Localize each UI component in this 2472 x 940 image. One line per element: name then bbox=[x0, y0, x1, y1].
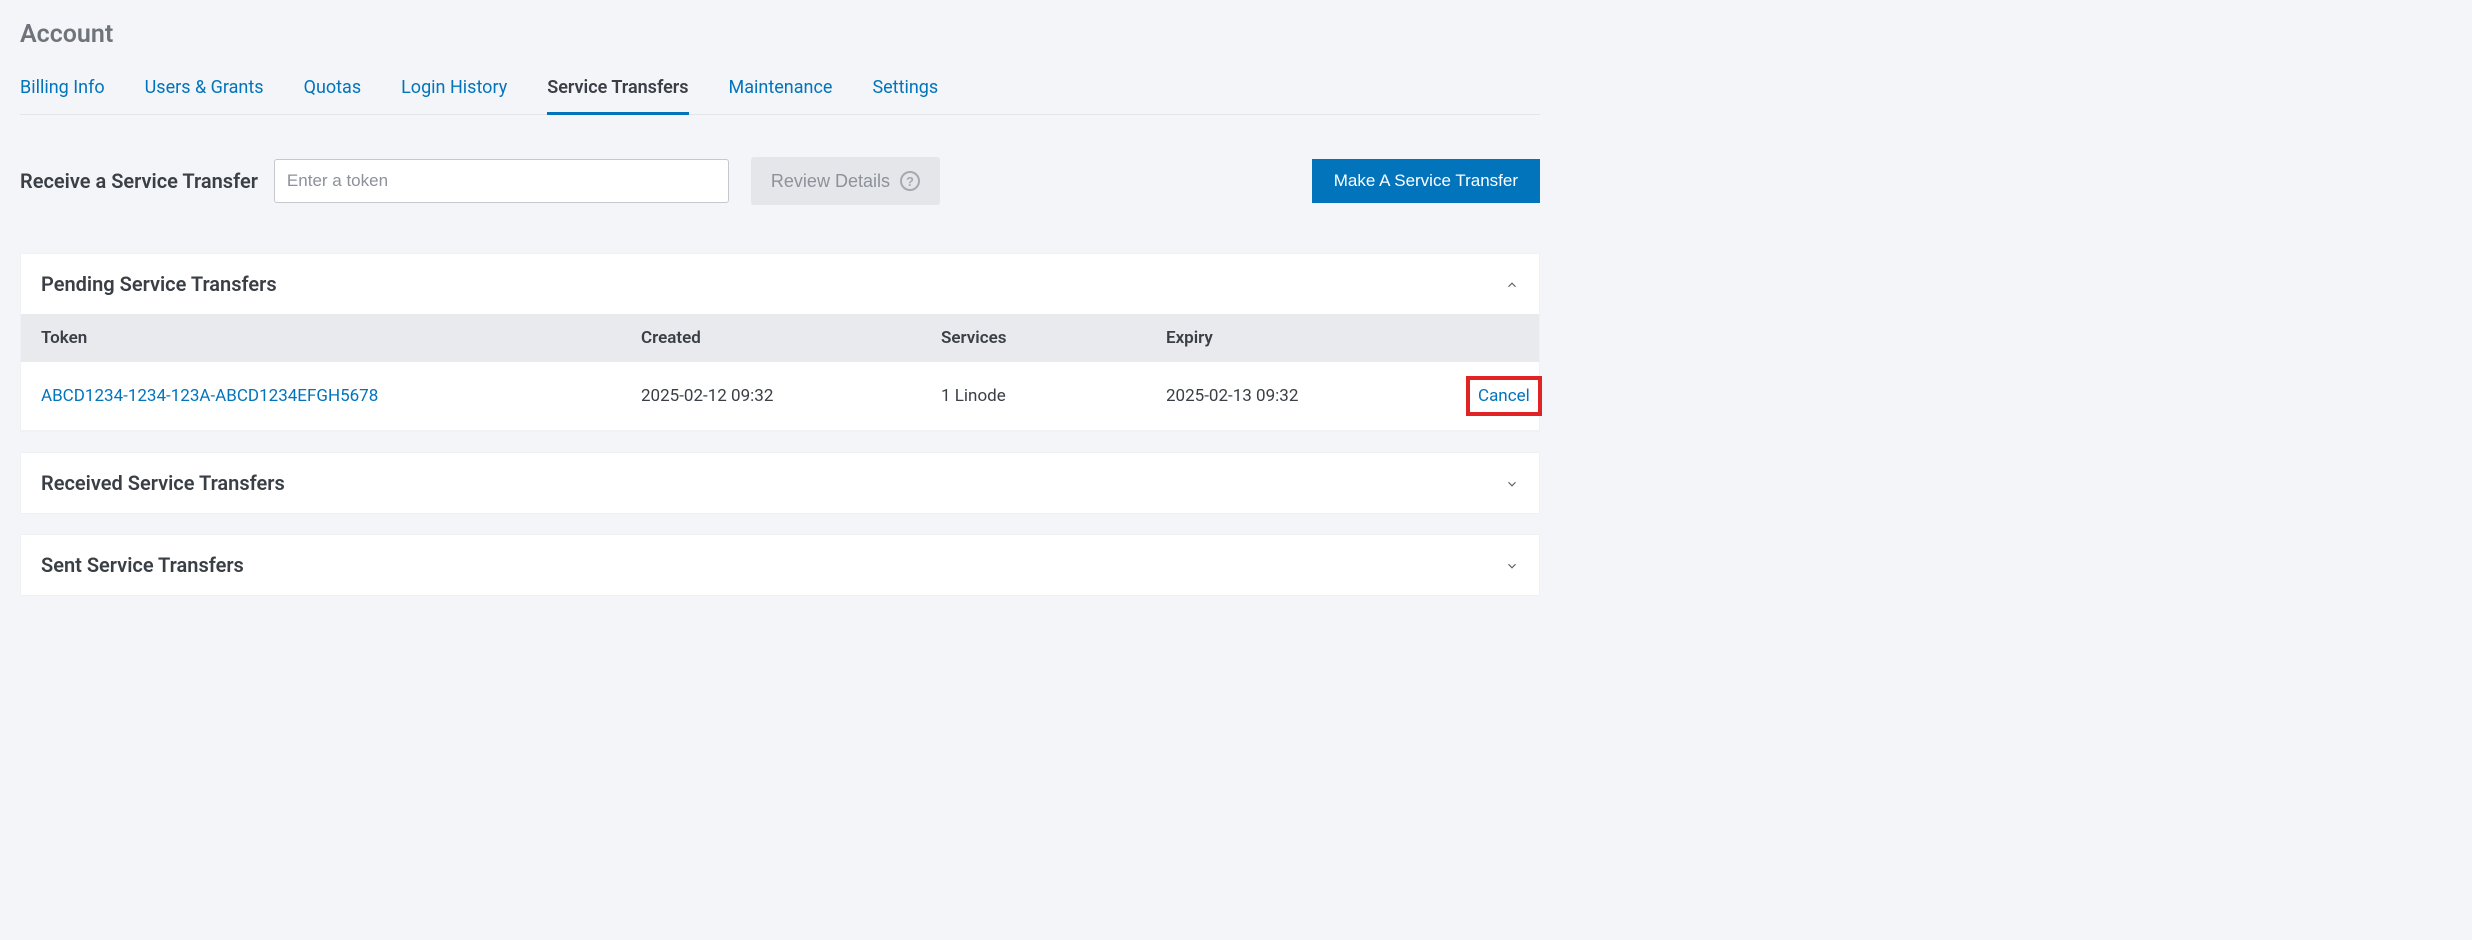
tabs-nav: Billing Info Users & Grants Quotas Login… bbox=[20, 77, 1540, 115]
col-header-token: Token bbox=[41, 328, 641, 348]
pending-transfers-panel: Pending Service Transfers Token Created … bbox=[20, 253, 1540, 432]
token-input[interactable] bbox=[274, 159, 729, 203]
cell-services: 1 Linode bbox=[941, 386, 1166, 406]
review-details-button[interactable]: Review Details ? bbox=[751, 157, 940, 205]
chevron-down-icon bbox=[1505, 476, 1519, 490]
tab-maintenance[interactable]: Maintenance bbox=[729, 77, 833, 115]
tab-billing-info[interactable]: Billing Info bbox=[20, 77, 105, 115]
cell-expiry: 2025-02-13 09:32 bbox=[1166, 386, 1466, 406]
tab-login-history[interactable]: Login History bbox=[401, 77, 507, 115]
col-header-services: Services bbox=[941, 328, 1166, 348]
cancel-highlight-box: Cancel bbox=[1466, 376, 1542, 416]
sent-transfers-panel: Sent Service Transfers bbox=[20, 534, 1540, 596]
received-transfers-panel: Received Service Transfers bbox=[20, 452, 1540, 514]
tab-users-grants[interactable]: Users & Grants bbox=[145, 77, 264, 115]
sent-panel-title: Sent Service Transfers bbox=[41, 553, 244, 577]
receive-label: Receive a Service Transfer bbox=[20, 169, 258, 193]
token-link[interactable]: ABCD1234-1234-123A-ABCD1234EFGH5678 bbox=[41, 386, 378, 406]
received-panel-header[interactable]: Received Service Transfers bbox=[21, 453, 1539, 513]
review-details-label: Review Details bbox=[771, 171, 890, 192]
received-panel-title: Received Service Transfers bbox=[41, 471, 285, 495]
pending-panel-header[interactable]: Pending Service Transfers bbox=[21, 254, 1539, 314]
table-row: ABCD1234-1234-123A-ABCD1234EFGH5678 2025… bbox=[21, 362, 1539, 431]
pending-table-header: Token Created Services Expiry bbox=[21, 314, 1539, 362]
col-header-action bbox=[1466, 328, 1519, 348]
help-icon: ? bbox=[900, 171, 920, 191]
cell-created: 2025-02-12 09:32 bbox=[641, 386, 941, 406]
tab-settings[interactable]: Settings bbox=[872, 77, 938, 115]
sent-panel-header[interactable]: Sent Service Transfers bbox=[21, 535, 1539, 595]
tab-service-transfers[interactable]: Service Transfers bbox=[547, 77, 688, 115]
tab-quotas[interactable]: Quotas bbox=[304, 77, 362, 115]
cancel-button[interactable]: Cancel bbox=[1478, 386, 1530, 406]
make-service-transfer-button[interactable]: Make A Service Transfer bbox=[1312, 159, 1540, 203]
chevron-down-icon bbox=[1505, 558, 1519, 572]
chevron-up-icon bbox=[1505, 277, 1519, 291]
receive-row: Receive a Service Transfer Review Detail… bbox=[20, 157, 1540, 205]
pending-panel-title: Pending Service Transfers bbox=[41, 272, 277, 296]
col-header-expiry: Expiry bbox=[1166, 328, 1466, 348]
col-header-created: Created bbox=[641, 328, 941, 348]
page-title: Account bbox=[20, 20, 1540, 49]
